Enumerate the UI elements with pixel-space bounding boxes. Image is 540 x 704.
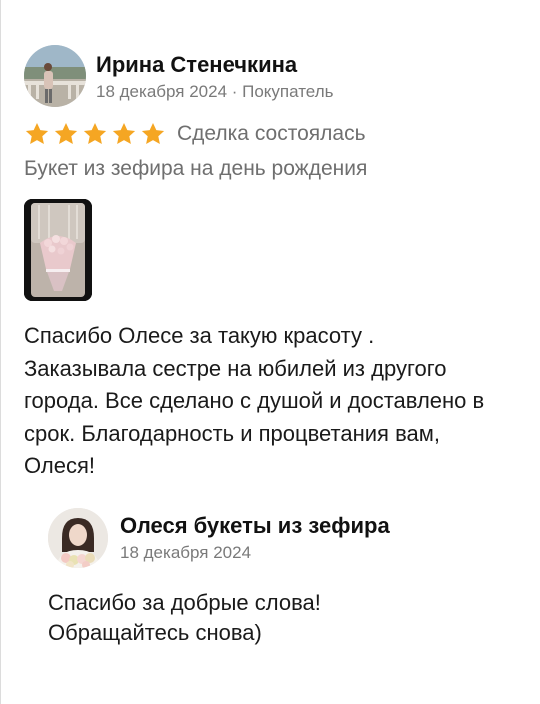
review-subject: Букет из зефира на день рождения	[24, 157, 368, 180]
review-meta: 18 декабря 2024 · Покупатель	[96, 82, 334, 101]
reply-text-line: Спасибо за добрые слова!	[48, 590, 321, 615]
review-photo-thumbnail[interactable]	[24, 199, 92, 301]
reviewer-info: Ирина Стенечкина 18 декабря 2024 · Покуп…	[96, 52, 333, 102]
review-text: Спасибо Олесе за такую красоту . Заказыв…	[24, 320, 524, 483]
reviewer-avatar[interactable]	[24, 45, 86, 107]
star-icon	[82, 121, 108, 147]
review-text-line: срок. Благодарность и процветания вам,	[24, 420, 440, 446]
rating-row: Сделка состоялась	[24, 121, 366, 147]
seller-avatar[interactable]	[48, 508, 108, 568]
review-text-line: Спасибо Олесе за такую красоту .	[24, 323, 375, 348]
star-icon	[24, 121, 50, 147]
reply-text: Спасибо за добрые слова! Обращайтесь сно…	[48, 588, 390, 648]
deal-status: Сделка состоялась	[177, 122, 366, 145]
reviewer-name[interactable]: Ирина Стенечкина	[96, 52, 333, 78]
review-text-line: города. Все сделано с душой и доставлено…	[24, 388, 485, 413]
reply-date: 18 декабря 2024	[120, 543, 252, 562]
left-edge-divider	[0, 0, 1, 704]
review-header: Ирина Стенечкина 18 декабря 2024 · Покуп…	[24, 45, 333, 107]
reply-header: Олеся букеты из зефира 18 декабря 2024	[48, 508, 390, 568]
seller-info: Олеся букеты из зефира 18 декабря 2024	[120, 513, 390, 563]
star-rating	[24, 121, 169, 147]
star-icon	[111, 121, 137, 147]
reply-text-line: Обращайтесь снова)	[48, 620, 262, 645]
seller-reply: Олеся букеты из зефира 18 декабря 2024 С…	[48, 508, 390, 648]
review-text-line: Олеся!	[24, 453, 95, 478]
review-text-line: Заказывала сестре на юбилей из другого	[24, 355, 447, 381]
seller-name[interactable]: Олеся букеты из зефира	[120, 513, 390, 539]
star-icon	[140, 121, 166, 147]
star-icon	[53, 121, 79, 147]
